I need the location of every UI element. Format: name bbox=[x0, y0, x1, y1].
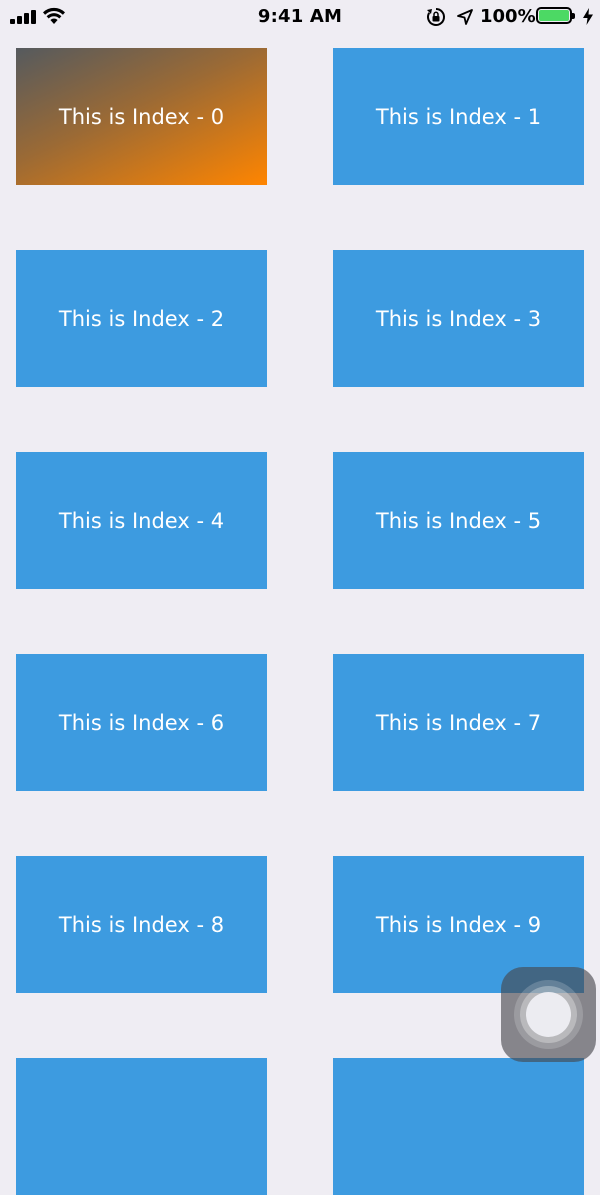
grid-cell-2[interactable]: This is Index - 2 bbox=[16, 250, 267, 387]
grid-cell-0[interactable]: This is Index - 0 bbox=[16, 48, 267, 185]
grid-cell-label: This is Index - 6 bbox=[58, 710, 225, 735]
grid-cell-label: This is Index - 7 bbox=[375, 710, 542, 735]
battery-percent: 100% bbox=[480, 6, 536, 27]
grid-cell-label: This is Index - 4 bbox=[58, 508, 225, 533]
status-bar: 9:41 AM 100% bbox=[0, 0, 600, 34]
battery-icon bbox=[536, 7, 575, 24]
grid-cell-11[interactable] bbox=[333, 1058, 584, 1195]
grid-cell-6[interactable]: This is Index - 6 bbox=[16, 654, 267, 791]
assistive-touch-core bbox=[526, 992, 571, 1037]
battery-level bbox=[539, 10, 569, 21]
grid-cell-label: This is Index - 8 bbox=[58, 912, 225, 937]
grid-cell-label: This is Index - 0 bbox=[58, 104, 225, 129]
assistive-touch-button[interactable] bbox=[501, 967, 596, 1062]
grid-cell-label: This is Index - 5 bbox=[375, 508, 542, 533]
orientation-lock-icon bbox=[427, 8, 445, 26]
grid-cell-1[interactable]: This is Index - 1 bbox=[333, 48, 584, 185]
grid-cell-label: This is Index - 9 bbox=[375, 912, 542, 937]
grid-cell-4[interactable]: This is Index - 4 bbox=[16, 452, 267, 589]
grid-cell-label: This is Index - 2 bbox=[58, 306, 225, 331]
grid-cell-3[interactable]: This is Index - 3 bbox=[333, 250, 584, 387]
location-icon bbox=[457, 9, 473, 25]
grid-cell-5[interactable]: This is Index - 5 bbox=[333, 452, 584, 589]
grid-cell-10[interactable] bbox=[16, 1058, 267, 1195]
charging-bolt-icon bbox=[583, 8, 593, 25]
grid-cell-label: This is Index - 1 bbox=[375, 104, 542, 129]
grid-cell-8[interactable]: This is Index - 8 bbox=[16, 856, 267, 993]
grid-cell-7[interactable]: This is Index - 7 bbox=[333, 654, 584, 791]
grid-cell-label: This is Index - 3 bbox=[375, 306, 542, 331]
